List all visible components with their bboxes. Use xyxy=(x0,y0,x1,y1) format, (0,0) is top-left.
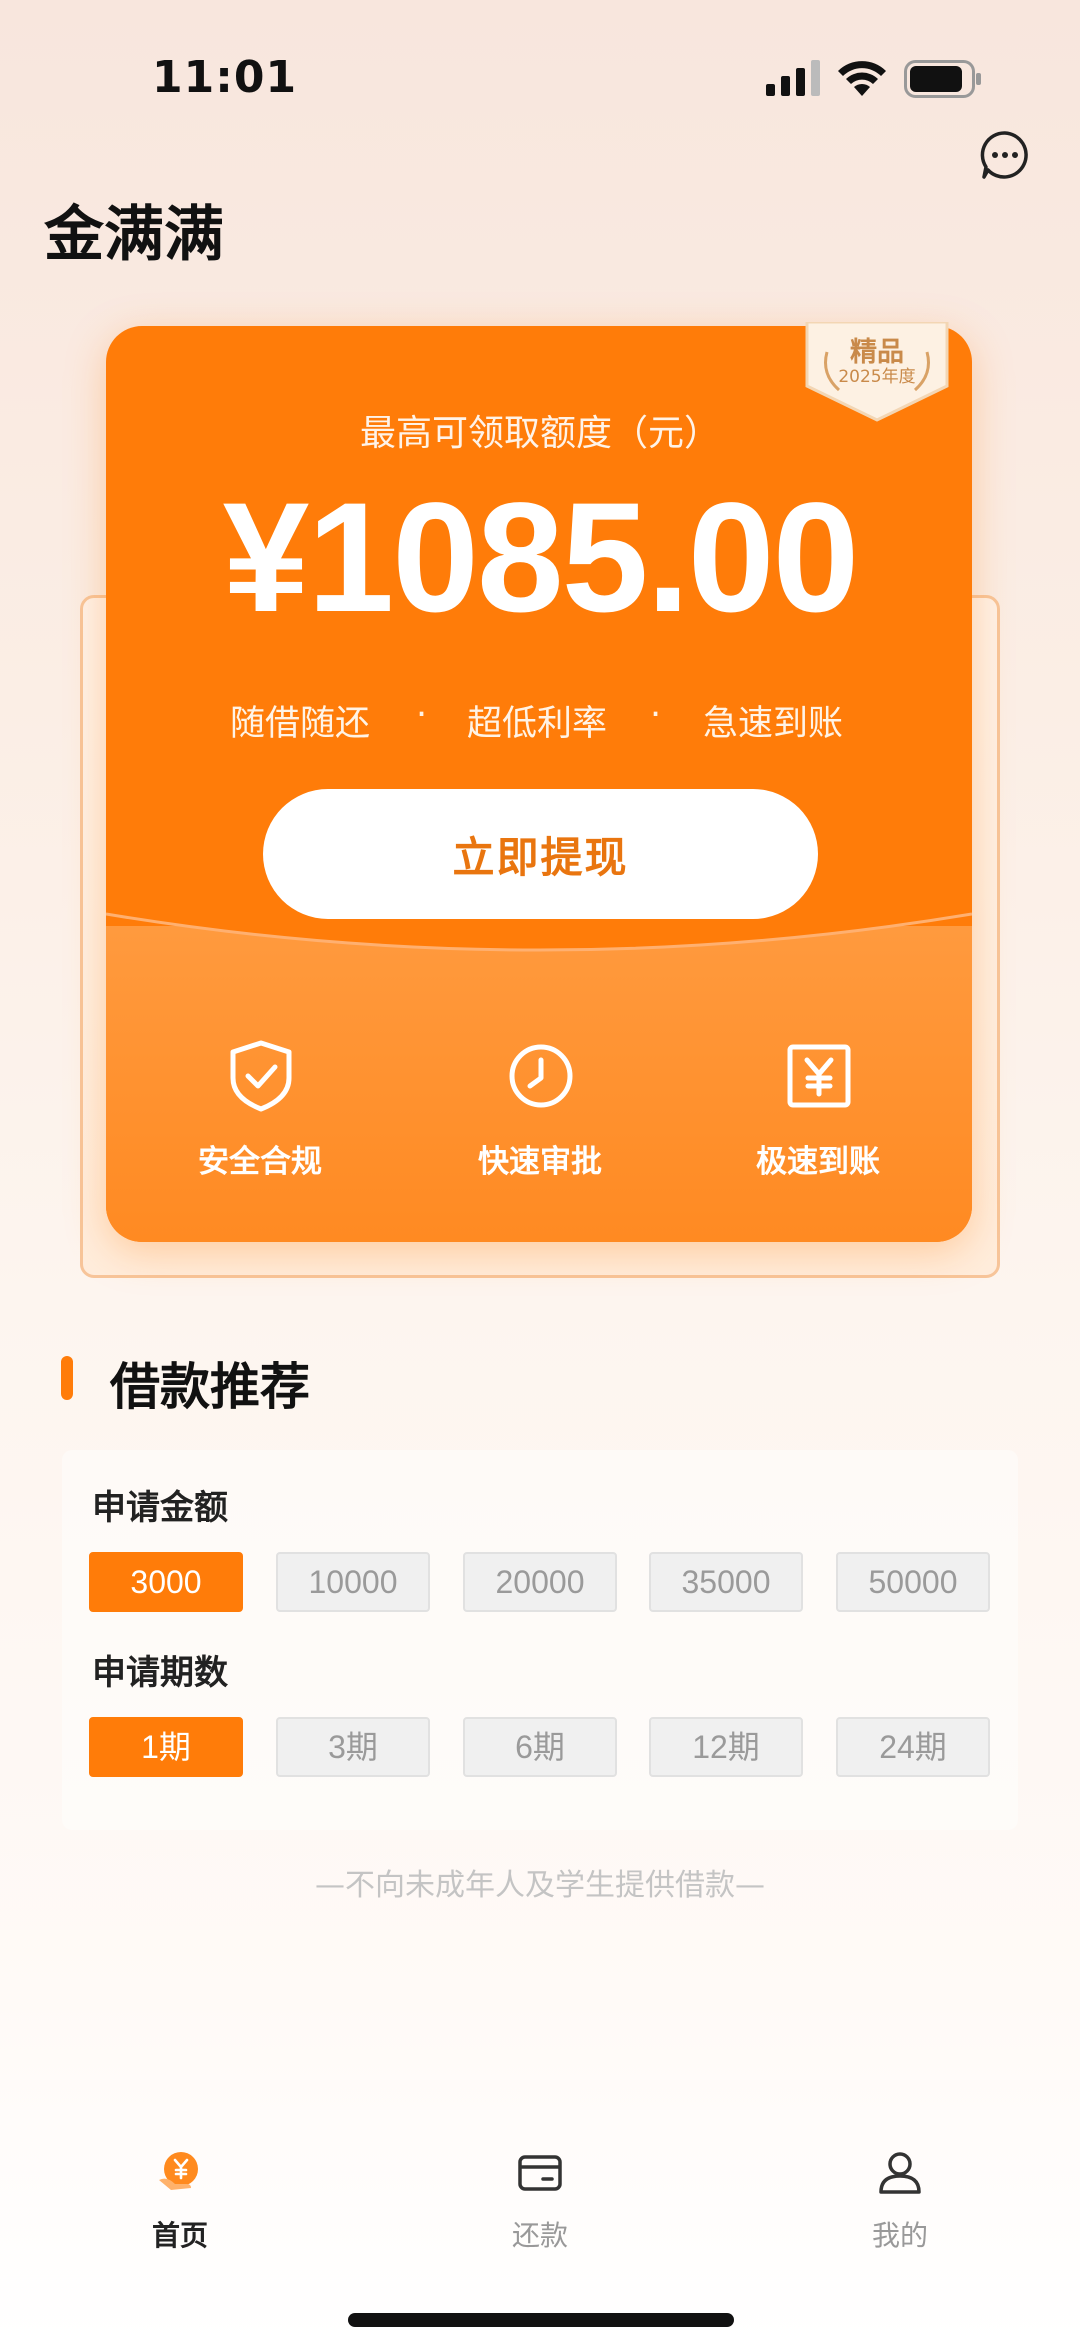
amount-option[interactable]: 50000 xyxy=(836,1552,990,1612)
perk-label: 安全合规 xyxy=(198,1144,322,1180)
amount-label: 申请金额 xyxy=(92,1488,228,1528)
clock-icon xyxy=(509,1044,573,1108)
yuan-icon xyxy=(787,1044,851,1108)
feature-separator: · xyxy=(416,695,428,735)
cellular-signal-icon xyxy=(766,60,820,96)
person-icon xyxy=(879,2152,921,2194)
card-icon xyxy=(518,2155,562,2191)
nav-item-repay[interactable]: 还款 xyxy=(440,2150,640,2260)
feature-tag: 超低利率 xyxy=(467,704,608,744)
badge-year: 2025年度 xyxy=(838,367,916,387)
nav-item-mine[interactable]: 我的 xyxy=(800,2150,1000,2260)
feature-tag: 急速到账 xyxy=(703,704,844,744)
home-indicator xyxy=(348,2313,734,2327)
battery-icon xyxy=(904,60,981,98)
section-accent-bar xyxy=(61,1356,73,1400)
perk-label: 快速审批 xyxy=(478,1144,602,1180)
quota-label: 最高可领取额度（元） xyxy=(359,413,720,454)
withdraw-button[interactable]: 立即提现 xyxy=(263,789,818,919)
amount-option[interactable]: 3000 xyxy=(89,1552,243,1612)
period-option[interactable]: 3期 xyxy=(276,1717,430,1777)
perk-security: 安全合规 xyxy=(160,1040,360,1180)
section-title: 借款推荐 xyxy=(110,1358,310,1416)
amount-option[interactable]: 10000 xyxy=(276,1552,430,1612)
bottom-nav: 首页 还款 我的 xyxy=(0,2120,1080,2270)
nav-item-home[interactable]: 首页 xyxy=(80,2150,280,2260)
shield-check-icon xyxy=(230,1040,292,1112)
feature-tag: 随借随还 xyxy=(230,704,371,744)
app-title: 金满满 xyxy=(44,200,224,270)
period-option[interactable]: 1期 xyxy=(89,1717,243,1777)
wifi-icon xyxy=(838,61,886,96)
nav-label: 首页 xyxy=(151,2219,208,2252)
nav-label: 我的 xyxy=(871,2219,928,2252)
status-time: 11:01 xyxy=(152,52,298,103)
feature-tags: 随借随还 · 超低利率 · 急速到账 xyxy=(230,695,850,745)
period-option[interactable]: 12期 xyxy=(649,1717,803,1777)
nav-label: 还款 xyxy=(511,2219,568,2252)
period-label: 申请期数 xyxy=(92,1653,228,1693)
status-bar: 11:01 xyxy=(0,0,1080,150)
message-icon[interactable] xyxy=(980,130,1030,180)
feature-separator: · xyxy=(650,695,662,735)
perk-approval: 快速审批 xyxy=(440,1040,640,1180)
home-yuan-icon xyxy=(159,2152,198,2190)
disclaimer-text: —不向未成年人及学生提供借款— xyxy=(315,1868,765,1903)
period-option[interactable]: 24期 xyxy=(836,1717,990,1777)
amount-option[interactable]: 20000 xyxy=(463,1552,617,1612)
quota-value: ¥1085.00 xyxy=(222,471,860,645)
amount-option[interactable]: 35000 xyxy=(649,1552,803,1612)
period-option[interactable]: 6期 xyxy=(463,1717,617,1777)
perk-arrival: 极速到账 xyxy=(718,1040,918,1180)
perk-label: 极速到账 xyxy=(756,1144,880,1180)
